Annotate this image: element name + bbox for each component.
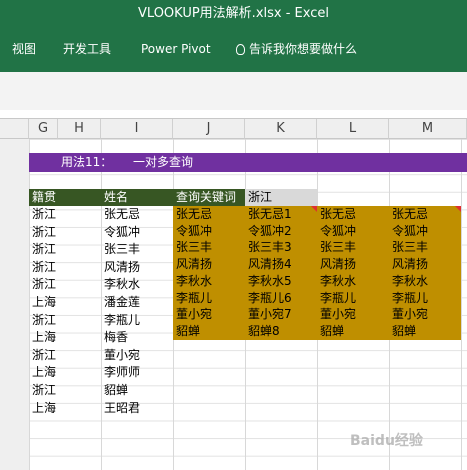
- tell-me-text: 告诉我你想要做什么: [249, 42, 358, 56]
- name-cell[interactable]: 李秋水: [101, 276, 173, 294]
- result-cell[interactable]: 李瓶儿: [173, 290, 245, 308]
- name-cell[interactable]: 董小宛: [101, 347, 173, 365]
- result-cell[interactable]: 张三丰: [389, 239, 461, 257]
- name-cell[interactable]: 李瓶儿: [101, 312, 173, 330]
- result-cell[interactable]: 董小宛7: [245, 306, 317, 324]
- result-cell[interactable]: 李秋水5: [245, 273, 317, 291]
- header-name[interactable]: 姓名: [101, 189, 173, 206]
- select-all-corner[interactable]: [0, 119, 29, 139]
- result-cell[interactable]: 张三丰: [317, 239, 389, 257]
- native-cell[interactable]: 浙江: [29, 276, 101, 294]
- result-cell[interactable]: 李秋水: [173, 273, 245, 291]
- result-cell[interactable]: 张三丰: [173, 239, 245, 257]
- result-cell[interactable]: 董小宛: [389, 306, 461, 324]
- native-cell[interactable]: 浙江: [29, 312, 101, 330]
- result-cell[interactable]: 风清扬: [173, 256, 245, 274]
- native-cell[interactable]: 浙江: [29, 206, 101, 224]
- column-header-m[interactable]: M: [389, 119, 467, 139]
- ribbon-body: [0, 72, 467, 111]
- native-cell[interactable]: 浙江: [29, 224, 101, 242]
- result-cell[interactable]: 李瓶儿: [389, 290, 461, 308]
- tell-me-search[interactable]: 告诉我你想要做什么: [236, 39, 357, 59]
- result-cell[interactable]: 令狐冲: [317, 223, 389, 241]
- name-cell[interactable]: 李师师: [101, 364, 173, 382]
- result-cell[interactable]: 董小宛: [317, 306, 389, 324]
- result-cell[interactable]: 张无忌: [317, 206, 389, 224]
- native-cell[interactable]: 浙江: [29, 382, 101, 400]
- native-cell[interactable]: 浙江: [29, 241, 101, 259]
- comment-indicator-icon[interactable]: [311, 206, 317, 212]
- column-header-g[interactable]: G: [29, 119, 58, 139]
- name-cell[interactable]: 梅香: [101, 329, 173, 347]
- comment-indicator-icon[interactable]: [455, 206, 461, 212]
- method-title: 一对多查询: [133, 155, 194, 169]
- native-cell[interactable]: 浙江: [29, 347, 101, 365]
- method-label: 用法11：: [61, 155, 113, 169]
- result-cell[interactable]: 令狐冲: [389, 223, 461, 241]
- name-cell[interactable]: 貂蝉: [101, 382, 173, 400]
- native-cell[interactable]: 上海: [29, 294, 101, 312]
- name-cell[interactable]: 风清扬: [101, 259, 173, 277]
- native-cell[interactable]: 上海: [29, 364, 101, 382]
- name-cell[interactable]: 潘金莲: [101, 294, 173, 312]
- result-cell[interactable]: 貂蝉8: [245, 323, 317, 341]
- ribbon: 视图 开发工具 Power Pivot 告诉我你想要做什么: [0, 28, 467, 72]
- tab-developer[interactable]: 开发工具: [63, 39, 111, 59]
- formula-bar[interactable]: [0, 110, 467, 119]
- result-cell[interactable]: 令狐冲: [173, 223, 245, 241]
- column-header-h[interactable]: H: [58, 119, 101, 139]
- column-header-i[interactable]: I: [101, 119, 173, 139]
- lookup-value-cell[interactable]: 浙江: [245, 189, 317, 206]
- result-cell[interactable]: 貂蝉: [173, 323, 245, 341]
- native-cell[interactable]: 上海: [29, 329, 101, 347]
- header-keyword[interactable]: 查询关键词: [173, 189, 245, 206]
- result-cell[interactable]: 张三丰3: [245, 239, 317, 257]
- result-cell[interactable]: 李秋水: [389, 273, 461, 291]
- row-headers[interactable]: [0, 139, 30, 470]
- result-cell[interactable]: 李秋水: [317, 273, 389, 291]
- column-header-j[interactable]: J: [173, 119, 245, 139]
- result-cell[interactable]: 风清扬: [389, 256, 461, 274]
- result-cell[interactable]: 董小宛: [173, 306, 245, 324]
- result-cell[interactable]: 貂蝉: [389, 323, 461, 341]
- lightbulb-icon: [236, 44, 245, 55]
- name-cell[interactable]: 令狐冲: [101, 224, 173, 242]
- watermark: Baidu经验: [350, 433, 423, 449]
- result-cell[interactable]: 张无忌: [389, 206, 461, 224]
- tab-view[interactable]: 视图: [12, 39, 36, 59]
- name-cell[interactable]: 王昭君: [101, 400, 173, 418]
- column-header-k[interactable]: K: [245, 119, 317, 139]
- result-cell[interactable]: 风清扬4: [245, 256, 317, 274]
- name-cell[interactable]: 张无忌: [101, 206, 173, 224]
- result-cell[interactable]: 貂蝉: [317, 323, 389, 341]
- tab-power-pivot[interactable]: Power Pivot: [141, 39, 211, 59]
- header-native[interactable]: 籍贯: [29, 189, 101, 206]
- native-cell[interactable]: 上海: [29, 400, 101, 418]
- result-cell[interactable]: 张无忌1: [245, 206, 317, 224]
- method-banner: 用法11： 一对多查询: [29, 153, 467, 172]
- result-cell[interactable]: 李瓶儿: [317, 290, 389, 308]
- result-cell[interactable]: 李瓶儿6: [245, 290, 317, 308]
- column-header-l[interactable]: L: [317, 119, 389, 139]
- window-title: VLOOKUP用法解析.xlsx - Excel: [0, 0, 467, 28]
- native-cell[interactable]: 浙江: [29, 259, 101, 277]
- result-cell[interactable]: 令狐冲2: [245, 223, 317, 241]
- result-cell[interactable]: 风清扬: [317, 256, 389, 274]
- result-cell[interactable]: 张无忌: [173, 206, 245, 224]
- name-cell[interactable]: 张三丰: [101, 241, 173, 259]
